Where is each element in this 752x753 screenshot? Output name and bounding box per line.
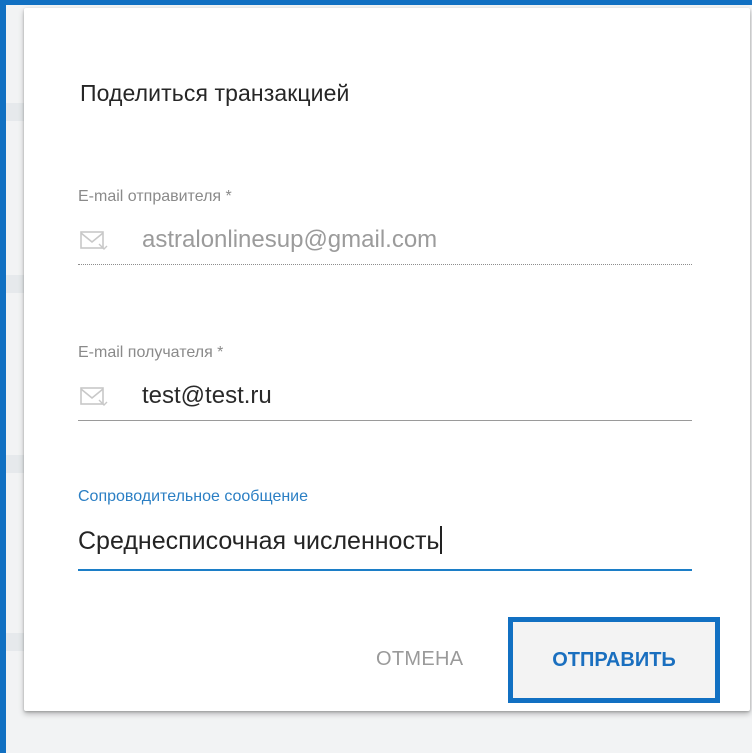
- send-button[interactable]: ОТПРАВИТЬ: [513, 622, 715, 698]
- message-input[interactable]: Среднесписочная численность: [78, 526, 443, 556]
- background-stripe: [6, 275, 24, 293]
- recipient-email-input[interactable]: test@test.ru: [142, 382, 272, 410]
- sender-email-underline: [78, 264, 692, 265]
- dialog-title: Поделиться транзакцией: [80, 80, 350, 106]
- cancel-button[interactable]: ОТМЕНА: [376, 648, 463, 671]
- envelope-icon: [80, 387, 108, 406]
- text-caret: [440, 526, 443, 554]
- envelope-icon: [80, 231, 108, 250]
- recipient-email-row[interactable]: test@test.ru: [78, 378, 692, 418]
- background-stripe: [6, 103, 24, 121]
- message-label: Сопроводительное сообщение: [78, 488, 309, 505]
- share-transaction-dialog: Поделиться транзакцией E-mail отправител…: [24, 8, 750, 711]
- message-text: Среднесписочная численность: [78, 527, 440, 555]
- background-stripe: [6, 633, 24, 651]
- sender-email-label: E-mail отправителя *: [78, 188, 232, 205]
- message-underline: [78, 569, 692, 571]
- sender-email-row: astralonlinesup@gmail.com: [78, 222, 692, 262]
- send-button-highlight: ОТПРАВИТЬ: [508, 617, 720, 703]
- recipient-email-label: E-mail получателя *: [78, 344, 224, 361]
- background-stripe: [6, 455, 24, 473]
- recipient-email-underline: [78, 420, 692, 421]
- sender-email-input: astralonlinesup@gmail.com: [142, 226, 438, 253]
